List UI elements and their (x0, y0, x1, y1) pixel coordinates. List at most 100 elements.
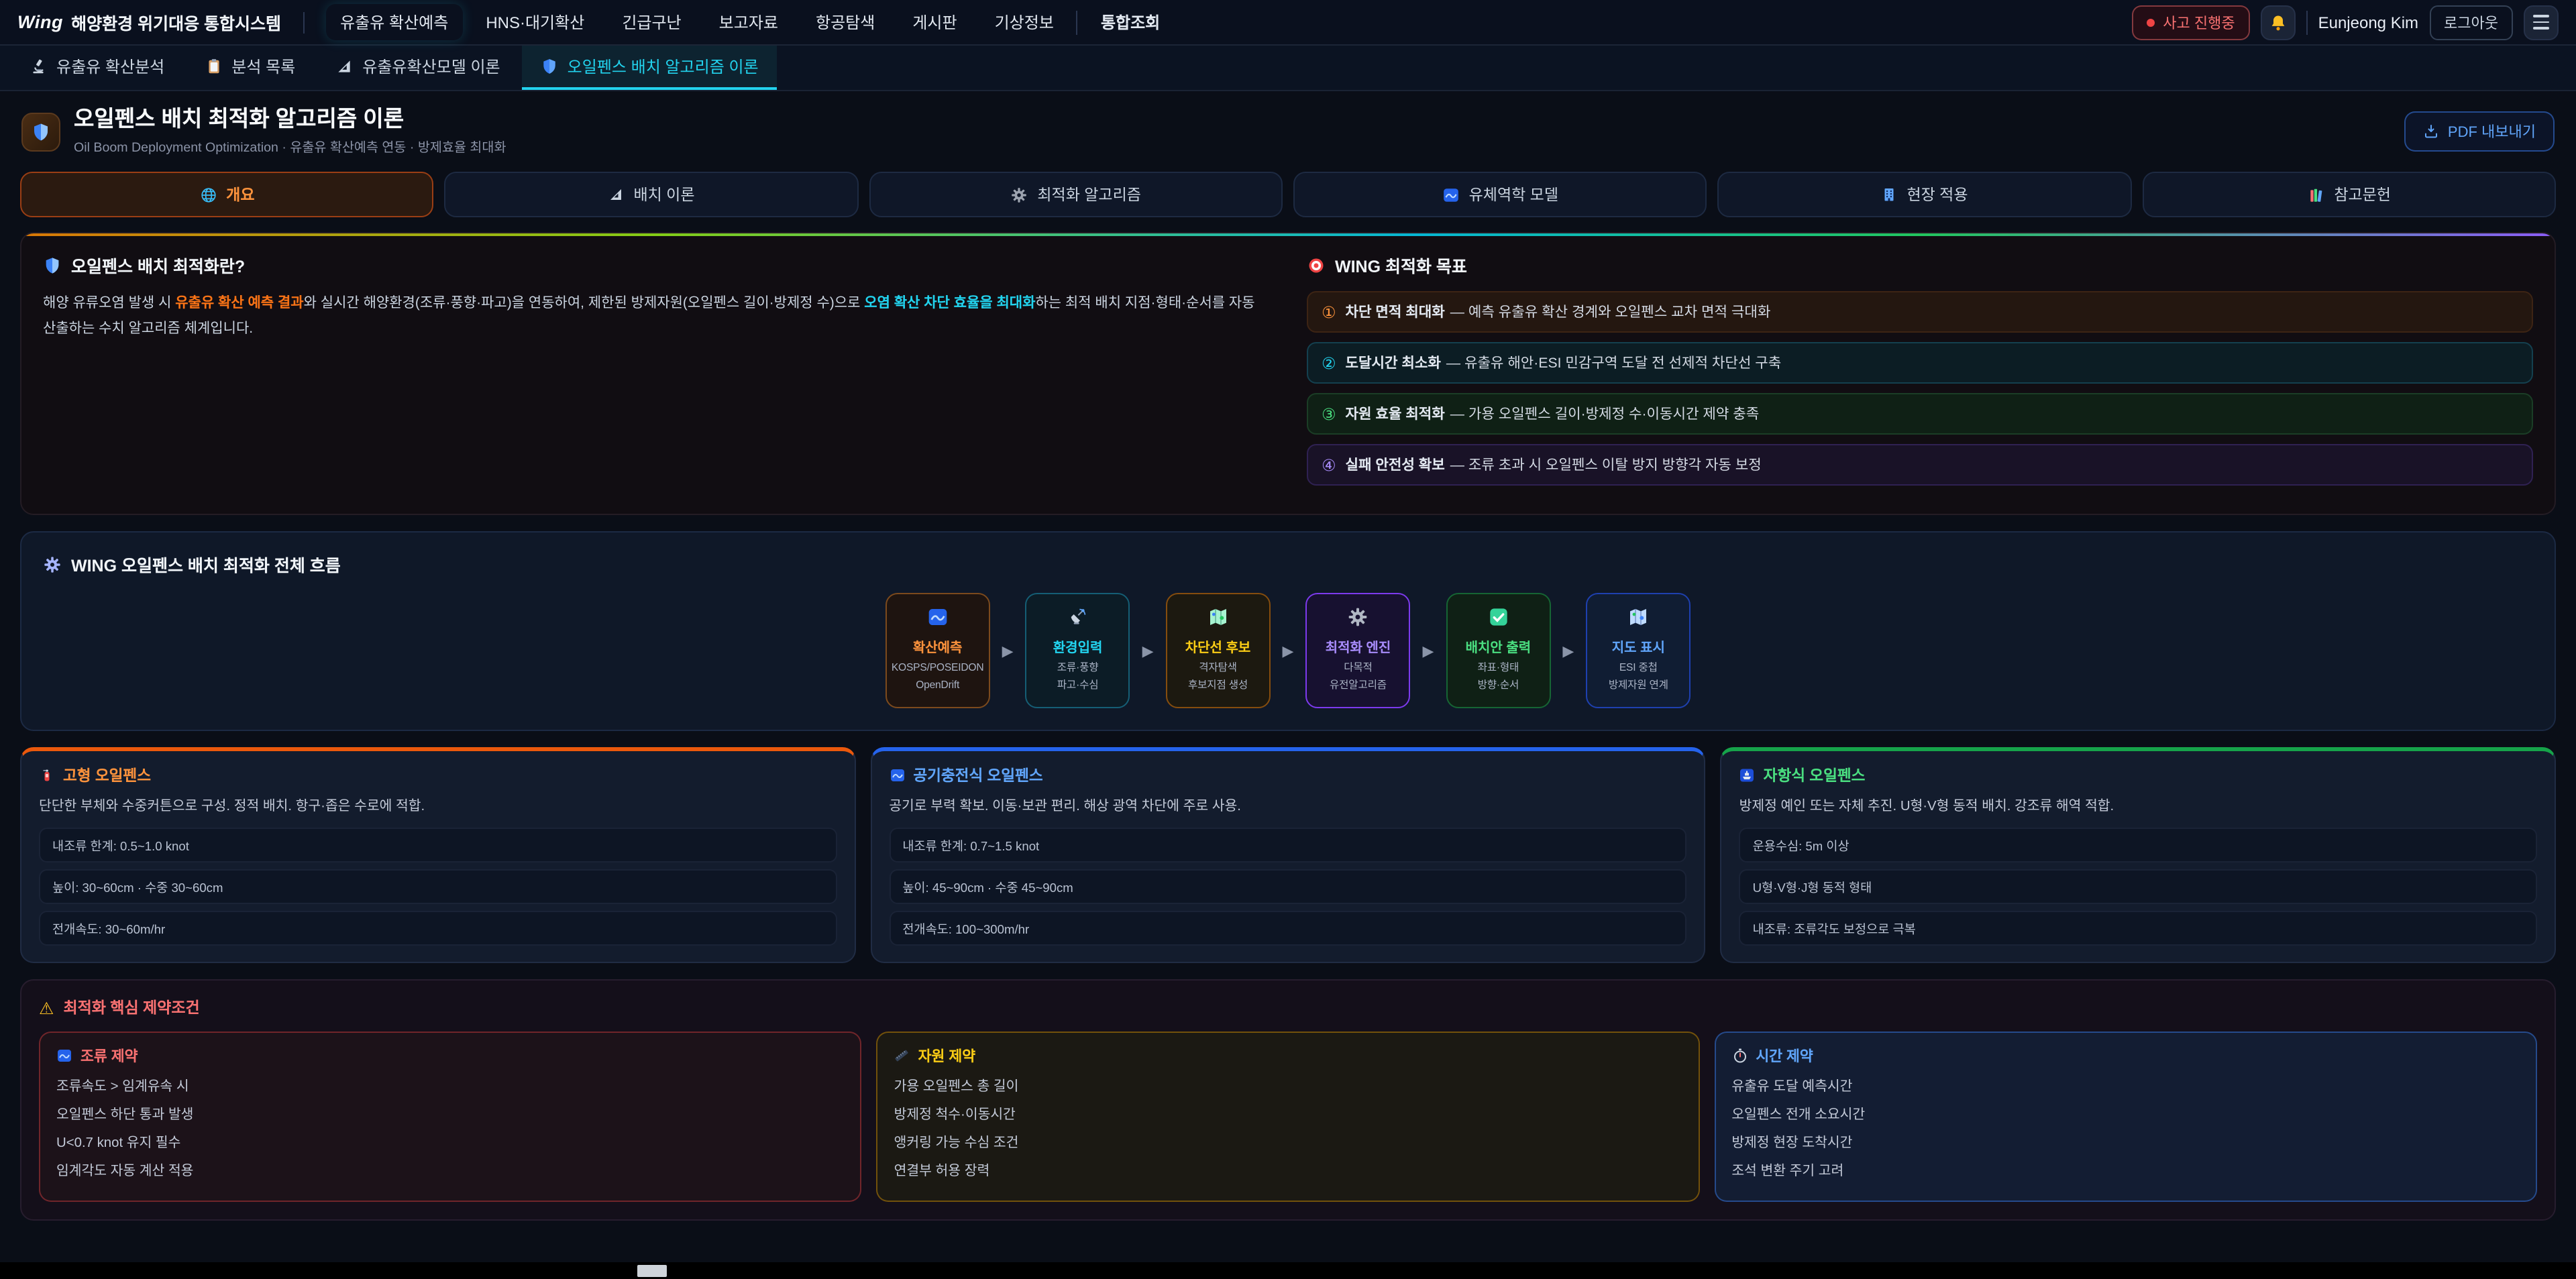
incident-dot-icon (2147, 18, 2155, 26)
sub-tab-bar: 유출유 확산분석 분석 목록 유출유확산모델 이론 오일펜스 배치 알고리즘 이… (0, 46, 2576, 91)
timer-icon (1731, 1048, 1748, 1064)
fire-extinguisher-icon (39, 767, 55, 783)
flow-step-deployment-output: 배치안 출력 좌표·형태 방향·순서 (1446, 593, 1550, 708)
tab-field-application[interactable]: 현장 적용 (1718, 172, 2132, 217)
arrow-right-icon: ▶ (1142, 642, 1154, 659)
tab-references[interactable]: 참고문헌 (2142, 172, 2556, 217)
nav-divider (2306, 10, 2308, 34)
incident-status-badge[interactable]: 사고 진행중 (2132, 5, 2249, 40)
page-subtitle: Oil Boom Deployment Optimization · 유출유 확… (74, 137, 506, 156)
nav-item-reports[interactable]: 보고자료 (704, 4, 793, 40)
arrow-right-icon: ▶ (1283, 642, 1294, 659)
nav-item-oil-spill-prediction[interactable]: 유출유 확산예측 (325, 4, 463, 40)
map-icon (1171, 606, 1265, 628)
satellite-dish-icon (1031, 606, 1125, 628)
tab-hydrodynamics-model[interactable]: 유체역학 모델 (1293, 172, 1707, 217)
pdf-export-button[interactable]: PDF 내보내기 (2405, 111, 2555, 152)
spec-row: 내조류 한계: 0.7~1.5 knot (889, 828, 1686, 863)
menu-button[interactable] (2524, 5, 2559, 40)
goal-item-4: ④ 실패 안전성 확보 — 조류 초과 시 오일펜스 이탈 방지 방향각 자동 … (1307, 444, 2533, 486)
books-icon (2307, 186, 2324, 203)
brand: Wing 해양환경 위기대응 통합시스템 (17, 9, 281, 35)
intro-heading: 오일펜스 배치 최적화란? (43, 252, 1269, 278)
notifications-button[interactable] (2261, 5, 2296, 40)
flow-step-barrier-candidates: 차단선 후보 격자탐색 후보지점 생성 (1166, 593, 1271, 708)
spec-row: 전개속도: 100~300m/hr (889, 911, 1686, 946)
highlight-maximize-blocking: 오염 확산 차단 효율을 최대화 (864, 295, 1035, 311)
subtab-spill-analysis[interactable]: 유출유 확산분석 (11, 46, 183, 90)
ship-icon (1739, 767, 1756, 783)
nav-item-board[interactable]: 게시판 (898, 4, 971, 40)
tab-deployment-theory[interactable]: 배치 이론 (445, 172, 859, 217)
page-title: 오일펜스 배치 최적화 알고리즘 이론 (74, 107, 506, 131)
ruler-icon (894, 1048, 910, 1064)
arrow-right-icon: ▶ (1562, 642, 1574, 659)
taskbar-chip (637, 1264, 667, 1276)
nav-item-emergency-rescue[interactable]: 긴급구난 (607, 4, 696, 40)
gear-icon (1010, 186, 1028, 203)
warning-icon: ⚠ (39, 998, 54, 1018)
logout-button[interactable]: 로그아웃 (2429, 5, 2513, 40)
wave-icon (891, 606, 985, 628)
taskbar-strip (0, 1262, 2576, 1279)
flow-step-optimization-engine: 최적화 엔진 다목적 유전알고리즘 (1305, 593, 1410, 708)
wave-icon (1442, 186, 1460, 203)
main-menu: 유출유 확산예측 HNS·대기확산 긴급구난 보고자료 항공탐색 게시판 기상정… (325, 4, 1175, 40)
spec-row: 운용수심: 5m 이상 (1739, 828, 2537, 863)
bell-icon (2269, 13, 2288, 32)
spec-row: U형·V형·J형 동적 형태 (1739, 870, 2537, 905)
nav-item-aerial-search[interactable]: 항공탐색 (801, 4, 890, 40)
goal-item-2: ② 도달시간 최소화 — 유출유 해안·ESI 민감구역 도달 전 선제적 차단… (1307, 342, 2533, 384)
download-icon (2424, 123, 2440, 140)
nav-item-weather-info[interactable]: 기상정보 (980, 4, 1069, 40)
boom-card-title: 자항식 오일펜스 (1739, 765, 2537, 786)
incident-label: 사고 진행중 (2163, 11, 2235, 33)
constraints-heading: ⚠ 최적화 핵심 제약조건 (39, 997, 2537, 1019)
constraint-title: 자원 제약 (894, 1046, 1682, 1067)
boom-card-solid: 고형 오일펜스 단단한 부체와 수중커튼으로 구성. 정적 배치. 항구·좁은 … (20, 747, 855, 964)
user-name: Eunjeong Kim (2318, 13, 2418, 32)
spec-row: 전개속도: 30~60m/hr (39, 911, 837, 946)
hamburger-icon (2533, 15, 2549, 30)
boom-card-inflatable: 공기충전식 오일펜스 공기로 부력 확보. 이동·보관 편리. 해상 광역 차단… (870, 747, 1705, 964)
target-icon (1307, 256, 1326, 274)
tab-optimization-algorithm[interactable]: 최적화 알고리즘 (869, 172, 1283, 217)
app-title: 해양환경 위기대응 통합시스템 (71, 9, 281, 35)
goal-item-3: ③ 자원 효율 최적화 — 가용 오일펜스 길이·방제정 수·이동시간 제약 충… (1307, 393, 2533, 435)
constraint-groups: 조류 제약 조류속도 > 임계유속 시 오일펜스 하단 통과 발생 U<0.7 … (39, 1032, 2537, 1202)
gear-icon (1311, 606, 1405, 628)
goals-heading: WING 최적화 목표 (1307, 252, 2533, 278)
nav-divider (1077, 10, 1078, 34)
flow-step-environment-input: 환경입력 조류·풍향 파고·수심 (1026, 593, 1130, 708)
globe-icon (199, 186, 217, 203)
spec-row: 내조류: 조류각도 보정으로 극복 (1739, 911, 2537, 946)
subtab-boom-algorithm-theory[interactable]: 오일펜스 배치 알고리즘 이론 (522, 46, 777, 90)
highlight-prediction-result: 유출유 확산 예측 결과 (175, 295, 303, 311)
shield-icon (541, 58, 558, 75)
optimization-flow-card: WING 오일펜스 배치 최적화 전체 흐름 확산예측 KOSPS/POSEID… (20, 531, 2556, 731)
constraint-resources: 자원 제약 가용 오일펜스 총 길이 방제정 척수·이동시간 앵커링 가능 수심… (877, 1032, 1700, 1202)
page-header: 오일펜스 배치 최적화 알고리즘 이론 Oil Boom Deployment … (0, 91, 2576, 168)
goals-column: WING 최적화 목표 ① 차단 면적 최대화 — 예측 유출유 확산 경계와 … (1307, 249, 2533, 495)
goal-item-1: ① 차단 면적 최대화 — 예측 유출유 확산 경계와 오일펜스 교차 면적 극… (1307, 291, 2533, 333)
map-icon (1591, 606, 1685, 628)
flow-step-map-display: 지도 표시 ESI 중첩 방제자원 연계 (1586, 593, 1690, 708)
nav-item-integrated-search[interactable]: 통합조회 (1086, 4, 1175, 40)
triangle-ruler-icon (335, 58, 353, 75)
intro-column: 오일펜스 배치 최적화란? 해양 유류오염 발생 시 유출유 확산 예측 결과와… (43, 249, 1269, 495)
overview-card: 오일펜스 배치 최적화란? 해양 유류오염 발생 시 유출유 확산 예측 결과와… (20, 232, 2556, 515)
tab-overview[interactable]: 개요 (20, 172, 434, 217)
arrow-right-icon: ▶ (1002, 642, 1014, 659)
constraint-current: 조류 제약 조류속도 > 임계유속 시 오일펜스 하단 통과 발생 U<0.7 … (39, 1032, 862, 1202)
boom-type-cards: 고형 오일펜스 단단한 부체와 수중커튼으로 구성. 정적 배치. 항구·좁은 … (20, 747, 2556, 964)
spec-row: 내조류 한계: 0.5~1.0 knot (39, 828, 837, 863)
subtab-dispersion-model-theory[interactable]: 유출유확산모델 이론 (317, 46, 519, 90)
wave-icon (56, 1048, 72, 1064)
nav-item-hns-dispersion[interactable]: HNS·대기확산 (471, 4, 599, 40)
flow-step-prediction: 확산예측 KOSPS/POSEIDON OpenDrift (885, 593, 990, 708)
boom-card-self-propelled: 자항식 오일펜스 방제정 예인 또는 자체 추진. U형·V형 동적 배치. 강… (1721, 747, 2556, 964)
arrow-right-icon: ▶ (1422, 642, 1434, 659)
wave-icon (889, 767, 905, 783)
section-tab-bar: 개요 배치 이론 최적화 알고리즘 유체역학 모델 현장 적용 (20, 172, 2556, 217)
subtab-analysis-list[interactable]: 분석 목록 (186, 46, 314, 90)
